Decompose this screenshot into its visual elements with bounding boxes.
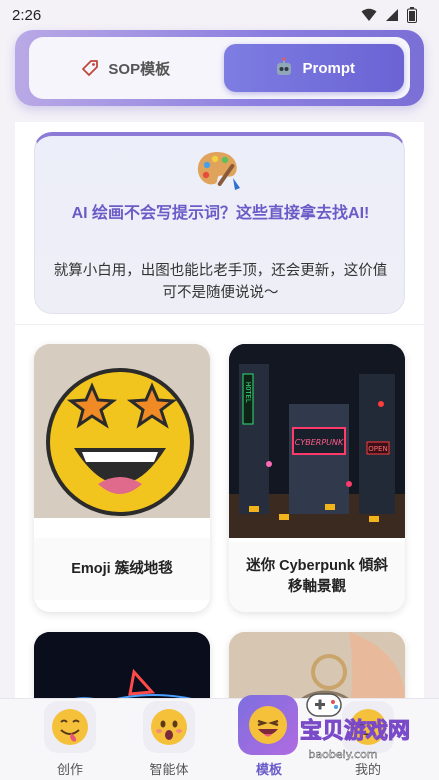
prompt-list[interactable]: AI 绘画不会写提示词？这些直接拿去找AI! 就算小白用，出图也能比老手顶，还会… — [15, 122, 424, 698]
palette-icon — [197, 152, 240, 190]
intro-banner: AI 绘画不会写提示词？这些直接拿去找AI! 就算小白用，出图也能比老手顶，还会… — [34, 132, 405, 314]
wifi-icon — [361, 8, 377, 21]
open-sign: OPEN — [368, 445, 387, 453]
template-tab-bar: SOP模板 Prompt — [15, 30, 424, 106]
tab-label-prompt: Prompt — [302, 59, 356, 77]
star-eyes-emoji-image — [34, 344, 210, 518]
intro-description: 就算小白用，出图也能比老手顶，还会更新，这价值可不是随便说说～ — [53, 263, 388, 301]
keychain-image — [229, 632, 405, 698]
site-watermark: 宝贝游戏网 baobeiy.com — [299, 693, 411, 761]
tab-label-sop: SOP模板 — [108, 60, 171, 78]
status-bar: 2:26 — [0, 0, 439, 30]
watermark-text: 宝贝游戏网 — [300, 718, 410, 744]
surprised-face-icon — [151, 709, 187, 745]
signal-icon — [386, 9, 398, 21]
prompt-card-neon[interactable] — [34, 632, 210, 698]
status-time: 2:26 — [12, 6, 42, 24]
gamepad-icon — [306, 693, 342, 717]
tab-prompt[interactable]: Prompt — [223, 44, 404, 92]
tab-sop-template[interactable]: SOP模板 — [35, 44, 216, 92]
card-image-cyberpunk: HOTEL CYBERPUNK OPEN — [229, 344, 405, 538]
section-divider — [15, 324, 424, 325]
smiley-tongue-icon — [52, 709, 88, 745]
status-icons — [361, 7, 417, 23]
card-image-keychain — [229, 632, 405, 698]
battery-icon — [407, 7, 417, 23]
watermark-url: baobeiy.com — [308, 748, 377, 761]
nav-agents[interactable]: 智能体 — [134, 699, 204, 780]
prompt-card-keychain[interactable] — [229, 632, 405, 698]
nav-create[interactable]: 创作 — [35, 699, 105, 780]
tag-icon — [82, 60, 99, 76]
card-image-emoji-rug — [34, 344, 210, 518]
nav-label-create: 创作 — [56, 762, 83, 777]
cyberpunk-city-image: HOTEL CYBERPUNK OPEN — [229, 344, 405, 538]
intro-title: AI 绘画不会写提示词？这些直接拿去找AI! — [71, 205, 370, 222]
hotel-sign: HOTEL — [244, 382, 252, 403]
prompt-card-cyberpunk[interactable]: HOTEL CYBERPUNK OPEN 迷你 Cyberpunk 傾斜移軸景觀 — [229, 344, 405, 612]
nav-label-agents: 智能体 — [149, 762, 189, 777]
robot-icon — [276, 57, 291, 75]
wink-face-icon — [249, 706, 287, 744]
card-caption: Emoji 簇绒地毯 — [34, 538, 210, 600]
tab-track: SOP模板 Prompt — [29, 37, 410, 99]
card-caption: 迷你 Cyberpunk 傾斜移軸景觀 — [229, 542, 405, 612]
card-image-neon — [34, 632, 210, 698]
neon-shark-image — [34, 632, 210, 698]
cyberpunk-sign: CYBERPUNK — [295, 438, 344, 447]
prompt-card-emoji-rug[interactable]: Emoji 簇绒地毯 — [34, 344, 210, 612]
